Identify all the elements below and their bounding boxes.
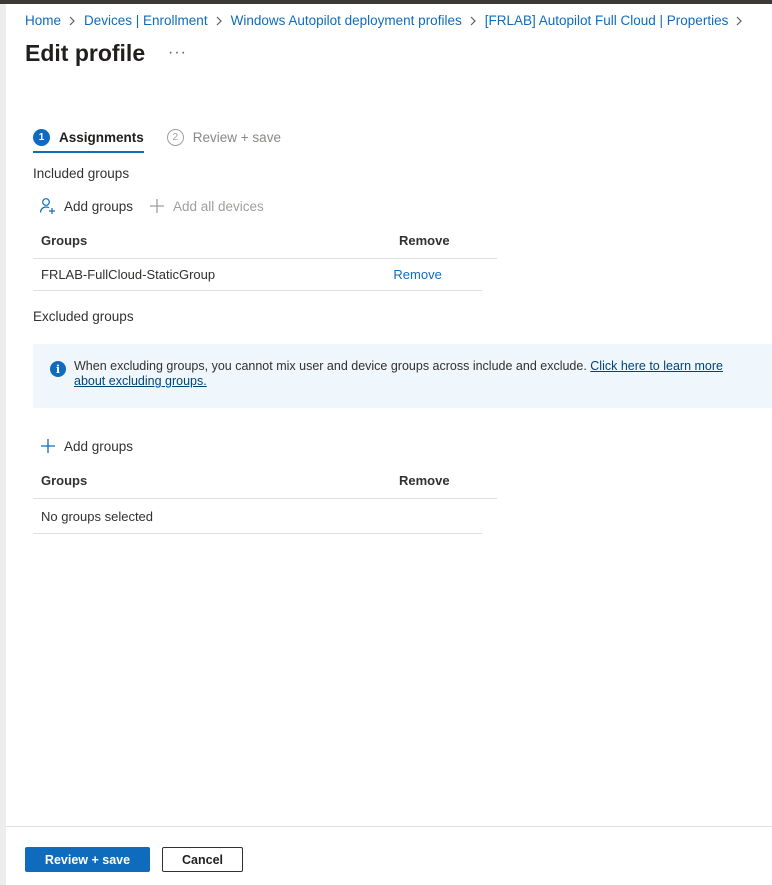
breadcrumb-autopilot-profiles[interactable]: Windows Autopilot deployment profiles — [231, 13, 462, 28]
info-message-text: When excluding groups, you cannot mix us… — [74, 359, 744, 408]
tab-assignments[interactable]: 1 Assignments — [33, 124, 144, 153]
info-message-bar: i When excluding groups, you cannot mix … — [33, 344, 772, 408]
breadcrumb-home[interactable]: Home — [25, 13, 61, 28]
plus-icon — [39, 437, 57, 455]
add-all-devices-button[interactable]: Add all devices — [148, 197, 264, 215]
chevron-right-icon — [470, 16, 477, 26]
excluded-groups-table: Groups Remove No groups selected — [33, 463, 497, 534]
empty-state-text: No groups selected — [41, 508, 154, 524]
wizard-steps: 1 Assignments 2 Review + save — [33, 124, 304, 153]
column-header-groups: Groups — [41, 233, 88, 248]
breadcrumb-profile-properties[interactable]: [FRLAB] Autopilot Full Cloud | Propertie… — [485, 13, 729, 28]
plus-icon — [148, 197, 166, 215]
add-included-groups-button[interactable]: Add groups — [39, 197, 133, 215]
column-header-groups: Groups — [41, 473, 88, 488]
tab-review-save[interactable]: 2 Review + save — [166, 124, 281, 151]
remove-link[interactable]: Remove — [393, 267, 482, 282]
top-border — [0, 0, 772, 4]
add-all-devices-label: Add all devices — [173, 198, 264, 214]
breadcrumb: Home Devices | Enrollment Windows Autopi… — [25, 13, 751, 28]
column-header-remove: Remove — [399, 473, 450, 488]
tab-label: Assignments — [59, 130, 144, 145]
page-title: Edit profile — [25, 40, 146, 66]
included-groups-heading: Included groups — [33, 166, 130, 181]
left-gutter — [0, 4, 6, 885]
table-row: FRLAB-FullCloud-StaticGroup Remove — [33, 259, 482, 291]
chevron-right-icon — [69, 16, 76, 26]
included-groups-table: Groups Remove FRLAB-FullCloud-StaticGrou… — [33, 223, 497, 291]
group-name: FRLAB-FullCloud-StaticGroup — [41, 267, 216, 282]
excluded-groups-heading: Excluded groups — [33, 309, 134, 324]
add-excluded-groups-button[interactable]: Add groups — [39, 437, 133, 455]
step-number-badge: 2 — [166, 129, 184, 146]
table-header: Groups Remove — [33, 223, 497, 259]
chevron-right-icon — [736, 16, 743, 26]
step-number-badge: 1 — [33, 129, 50, 146]
chevron-right-icon — [216, 16, 223, 26]
more-options-icon[interactable]: ··· — [168, 44, 187, 62]
cancel-button[interactable]: Cancel — [162, 847, 243, 872]
review-save-button[interactable]: Review + save — [25, 847, 150, 872]
person-add-icon — [39, 197, 57, 215]
info-text: When excluding groups, you cannot mix us… — [74, 359, 591, 373]
tab-label: Review + save — [192, 130, 281, 145]
add-groups-label: Add groups — [64, 438, 134, 454]
info-icon: i — [50, 361, 66, 377]
add-groups-label: Add groups — [64, 198, 134, 214]
table-header: Groups Remove — [33, 463, 497, 499]
column-header-remove: Remove — [399, 233, 450, 248]
footer-bar: Review + save Cancel — [6, 826, 772, 885]
breadcrumb-devices-enrollment[interactable]: Devices | Enrollment — [84, 13, 208, 28]
empty-row: No groups selected — [33, 499, 482, 534]
